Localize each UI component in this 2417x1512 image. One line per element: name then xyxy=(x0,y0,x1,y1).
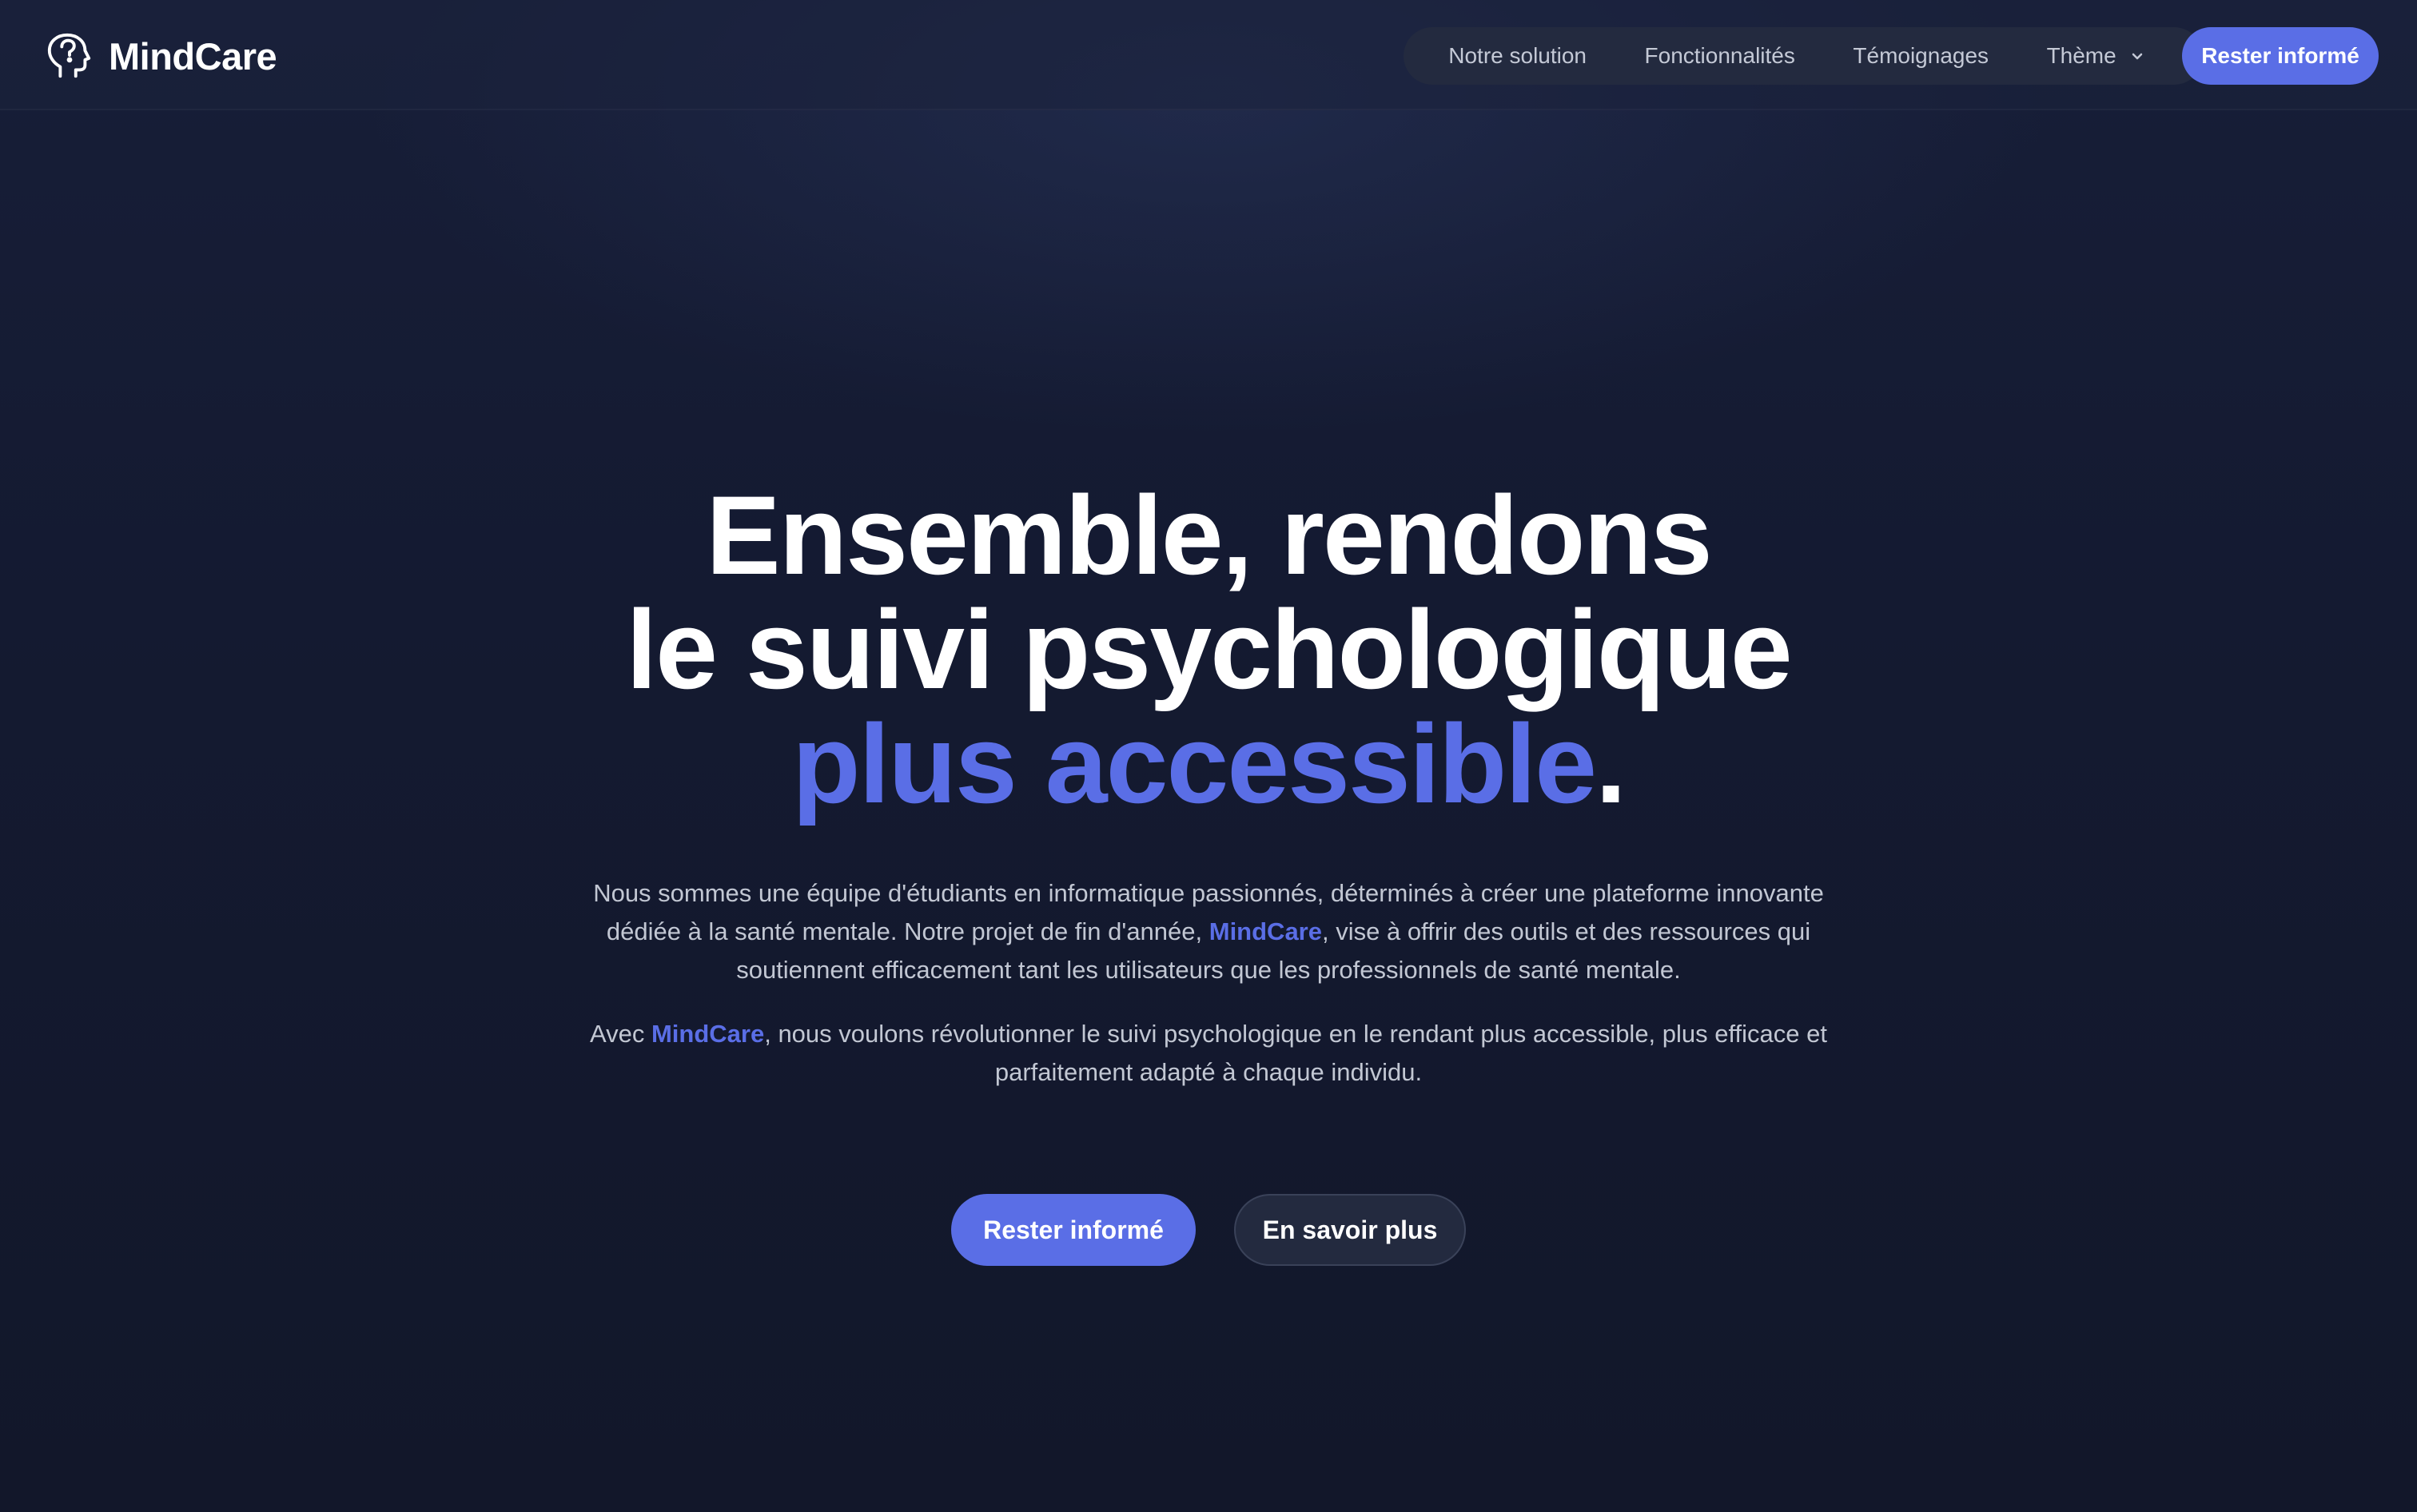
brand-highlight: MindCare xyxy=(651,1020,765,1048)
learn-more-button[interactable]: En savoir plus xyxy=(1234,1194,1466,1266)
nav-item-label: Fonctionnalités xyxy=(1644,43,1795,68)
nav-item-fonctionnalites[interactable]: Fonctionnalités xyxy=(1645,43,1795,69)
hero-title-accent: plus accessible xyxy=(792,701,1597,826)
hero-description: Nous sommes une équipe d'étudiants en in… xyxy=(569,874,1848,989)
nav-item-label: Témoignages xyxy=(1853,43,1989,68)
chevron-down-icon xyxy=(2132,53,2142,60)
hero-title-line-3: plus accessible. xyxy=(0,706,2417,821)
subscribe-button[interactable]: Rester informé xyxy=(951,1194,1196,1266)
header-subscribe-button[interactable]: Rester informé xyxy=(2182,27,2379,85)
nav-item-label: Thème xyxy=(2046,43,2116,68)
hero-description-text: Avec xyxy=(589,1020,651,1048)
landing-page: MindCare Notre solution Fonctionnalités … xyxy=(0,0,2417,1512)
brand-name: MindCare xyxy=(109,34,277,78)
brand-highlight: MindCare xyxy=(1208,917,1322,945)
hero-description-text: , nous voulons révolutionner le suivi ps… xyxy=(764,1020,1828,1086)
hero-description-2: Avec MindCare, nous voulons révolutionne… xyxy=(569,1015,1848,1092)
hero-cta-group: Rester informé En savoir plus xyxy=(951,1194,1466,1266)
head-icon xyxy=(47,33,91,78)
hero-title-period: . xyxy=(1595,701,1627,826)
top-navbar: MindCare Notre solution Fonctionnalités … xyxy=(0,0,2417,110)
nav-item-temoignages[interactable]: Témoignages xyxy=(1853,43,1989,69)
nav-item-notre-solution[interactable]: Notre solution xyxy=(1448,43,1587,69)
nav-item-label: Notre solution xyxy=(1448,43,1587,68)
brand-logo[interactable]: MindCare xyxy=(45,30,277,82)
hero-title-line-2: le suivi psychologique xyxy=(626,587,1792,712)
main-nav: Notre solution Fonctionnalités Témoignag… xyxy=(1404,27,2203,85)
hero-title: Ensemble, rendons le suivi psychologique… xyxy=(0,478,2417,821)
hero-title-line-1: Ensemble, rendons xyxy=(706,472,1712,598)
theme-dropdown[interactable]: Thème xyxy=(2047,43,2147,69)
